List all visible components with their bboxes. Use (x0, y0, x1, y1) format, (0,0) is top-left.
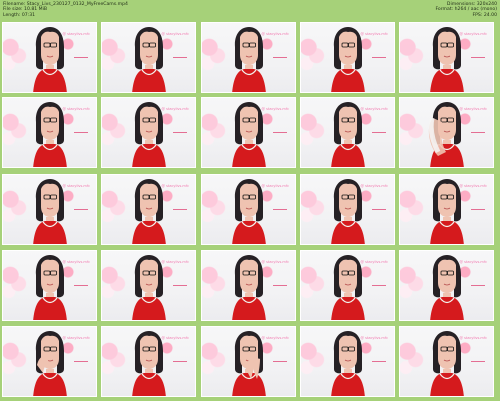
format-label: Format: h264 / aac (mono) (435, 7, 497, 13)
video-thumbnail[interactable]: @ stacylivs.mfc (201, 174, 296, 245)
person-figure (118, 253, 180, 320)
person-figure (19, 25, 81, 92)
video-thumbnail[interactable]: @ stacylivs.mfc (101, 97, 196, 168)
person-figure (118, 329, 180, 396)
person-figure (19, 100, 81, 167)
video-thumbnail[interactable]: @ stacylivs.mfc (300, 326, 395, 397)
video-thumbnail[interactable]: @ stacylivs.mfc (399, 22, 494, 93)
person-figure (416, 329, 478, 396)
person-figure (218, 253, 280, 320)
video-thumbnail[interactable]: @ stacylivs.mfc (399, 326, 494, 397)
person-figure (118, 177, 180, 244)
video-thumbnail[interactable]: @ stacylivs.mfc (201, 326, 296, 397)
thumbnail-grid: @ stacylivs.mfc @ stacylivs.mfc @ stacyl… (0, 22, 500, 401)
video-thumbnail[interactable]: @ stacylivs.mfc (101, 250, 196, 321)
person-figure (416, 253, 478, 320)
contact-sheet: Filename: Stacy_Livs_230127_0132_MyFreeC… (0, 0, 500, 401)
video-thumbnail[interactable]: @ stacylivs.mfc (300, 250, 395, 321)
video-thumbnail[interactable]: @ stacylivs.mfc (2, 250, 97, 321)
person-figure (317, 253, 379, 320)
video-thumbnail[interactable]: @ stacylivs.mfc (300, 22, 395, 93)
video-thumbnail[interactable]: @ stacylivs.mfc (399, 174, 494, 245)
video-thumbnail[interactable]: @ stacylivs.mfc (2, 22, 97, 93)
person-figure (416, 177, 478, 244)
video-thumbnail[interactable]: @ stacylivs.mfc (201, 22, 296, 93)
header-right-info: Dimensions: 320x240 Format: h264 / aac (… (435, 2, 497, 18)
person-figure (218, 100, 280, 167)
person-figure (19, 329, 81, 396)
video-thumbnail[interactable]: @ stacylivs.mfc (300, 97, 395, 168)
person-figure (317, 177, 379, 244)
header-left-info: Filename: Stacy_Livs_230127_0132_MyFreeC… (3, 2, 128, 18)
video-thumbnail[interactable]: @ stacylivs.mfc (101, 22, 196, 93)
person-figure (416, 100, 478, 167)
video-thumbnail[interactable]: @ stacylivs.mfc (201, 250, 296, 321)
video-thumbnail[interactable]: @ stacylivs.mfc (399, 250, 494, 321)
video-thumbnail[interactable]: @ stacylivs.mfc (2, 97, 97, 168)
person-figure (218, 177, 280, 244)
person-figure (317, 329, 379, 396)
person-figure (416, 25, 478, 92)
video-thumbnail[interactable]: @ stacylivs.mfc (2, 326, 97, 397)
video-thumbnail[interactable]: @ stacylivs.mfc (2, 174, 97, 245)
sheet-header: Filename: Stacy_Livs_230127_0132_MyFreeC… (0, 0, 500, 22)
video-thumbnail[interactable]: @ stacylivs.mfc (300, 174, 395, 245)
person-figure (118, 100, 180, 167)
person-figure (317, 25, 379, 92)
person-figure (19, 253, 81, 320)
person-figure (19, 177, 81, 244)
person-figure (218, 329, 280, 396)
length-label: Length: 07:31 (3, 12, 36, 18)
video-thumbnail[interactable]: @ stacylivs.mfc (399, 97, 494, 168)
person-figure (118, 25, 180, 92)
video-thumbnail[interactable]: @ stacylivs.mfc (101, 326, 196, 397)
person-figure (317, 100, 379, 167)
video-thumbnail[interactable]: @ stacylivs.mfc (201, 97, 296, 168)
video-thumbnail[interactable]: @ stacylivs.mfc (101, 174, 196, 245)
person-figure (218, 25, 280, 92)
fps-label: FPS: 24.00 (472, 12, 498, 18)
